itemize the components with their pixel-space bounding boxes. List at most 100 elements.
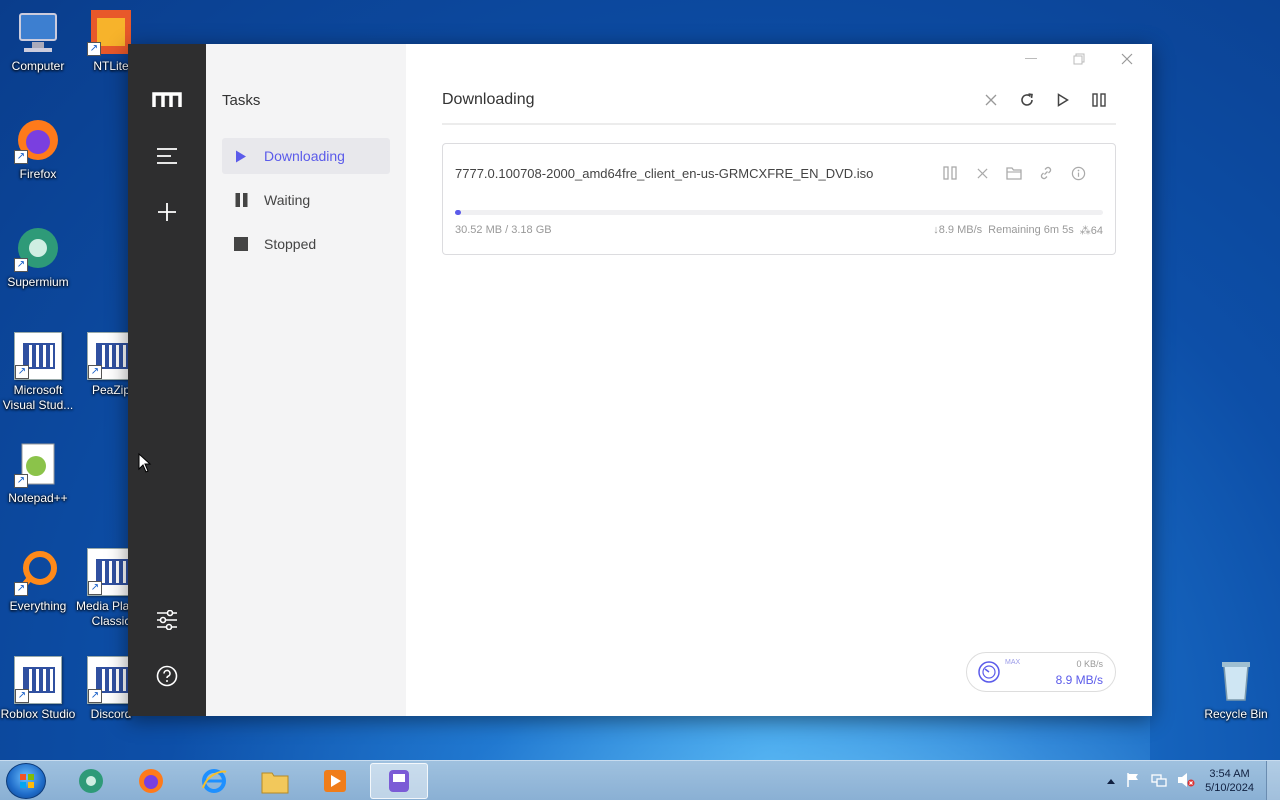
current-speed: 8.9 MB/s: [1055, 673, 1103, 687]
download-manager-icon: [389, 770, 409, 792]
task-progress-bar: [455, 210, 1103, 215]
desktop-icon-roblox-studio[interactable]: ↗ Roblox Studio: [0, 656, 76, 722]
task-sidebar: Tasks Downloading Waiting Stopped: [206, 44, 406, 716]
desktop-icon-computer[interactable]: Computer: [0, 8, 76, 74]
plus-icon: [158, 203, 176, 221]
window-controls: [1020, 50, 1138, 68]
main-panel: Downloading 7777.0.100708-2000_amd64fre_…: [406, 44, 1152, 716]
pause-icon: [234, 193, 248, 207]
add-task-button[interactable]: [147, 192, 187, 232]
desktop-icon-label: Computer: [11, 59, 65, 73]
desktop-icon-firefox[interactable]: ↗ Firefox: [0, 116, 76, 182]
app-logo-icon: [147, 80, 187, 120]
task-speed: ↓8.9 MB/s: [933, 224, 983, 236]
desktop-icon-notepadpp[interactable]: ↗ Notepad++: [0, 440, 76, 506]
desktop-icon-label: NTLite: [93, 59, 129, 73]
taskbar-app-explorer[interactable]: [246, 763, 304, 799]
desktop-icon-label: Everything: [9, 599, 67, 613]
windows-logo-icon: [20, 774, 34, 788]
desktop-icon-visual-studio[interactable]: ↗ Microsoft Visual Stud...: [0, 332, 76, 413]
show-desktop-button[interactable]: [1266, 761, 1280, 800]
media-player-icon: [324, 770, 346, 792]
speed-limit: 0 KB/s: [1076, 659, 1103, 669]
sidebar-item-waiting[interactable]: Waiting: [222, 182, 390, 218]
chevron-up-icon: [1107, 779, 1116, 784]
shortcut-arrow-icon: ↗: [14, 258, 28, 272]
maximize-button[interactable]: [1068, 50, 1090, 68]
desktop-icon-label: Roblox Studio: [0, 707, 76, 721]
desktop-icon-recycle-bin[interactable]: Recycle Bin: [1198, 656, 1274, 722]
pause-all-button[interactable]: [1090, 91, 1108, 109]
desktop-icon-everything[interactable]: ↗ Everything: [0, 548, 76, 614]
preferences-button[interactable]: [147, 600, 187, 640]
sidebar-title: Tasks: [222, 92, 261, 109]
start-button[interactable]: [6, 763, 46, 799]
shortcut-arrow-icon: ↗: [15, 689, 29, 703]
pause-task-button[interactable]: [941, 164, 959, 182]
page-title: Downloading: [442, 90, 535, 108]
desktop-icon-label: Notepad++: [8, 491, 68, 505]
menu-icon: [157, 148, 177, 164]
internet-explorer-icon: [202, 769, 227, 793]
close-window-button[interactable]: [1116, 50, 1138, 68]
folder-icon: [1006, 167, 1022, 180]
refresh-icon: [1021, 92, 1033, 106]
task-remaining: Remaining 6m 5s: [988, 224, 1074, 236]
delete-task-button[interactable]: [973, 164, 991, 182]
shortcut-arrow-icon: ↗: [14, 150, 28, 164]
taskbar-app-supermium[interactable]: [62, 763, 120, 799]
computer-icon: [14, 8, 62, 56]
recycle-bin-icon: [1212, 656, 1260, 704]
system-tray: 3:54 AM 5/10/2024: [1107, 761, 1280, 800]
copy-link-button[interactable]: [1037, 164, 1055, 182]
task-size: 30.52 MB / 3.18 GB: [455, 224, 552, 236]
resume-all-button[interactable]: [1054, 91, 1072, 109]
volume-icon[interactable]: [1177, 772, 1195, 791]
show-hidden-icons-button[interactable]: [1107, 775, 1116, 787]
shortcut-arrow-icon: ↗: [87, 42, 101, 56]
nav-rail: [128, 44, 206, 716]
info-icon: [1071, 166, 1085, 180]
download-manager-window: Tasks Downloading Waiting Stopped Downlo…: [128, 44, 1152, 716]
application-icon: ↗: [14, 656, 62, 704]
shortcut-arrow-icon: ↗: [14, 474, 28, 488]
shortcut-arrow-icon: ↗: [88, 581, 102, 595]
sidebar-item-downloading[interactable]: Downloading: [222, 138, 390, 174]
desktop-icon-label: Firefox: [19, 167, 57, 181]
notepadpp-icon: ↗: [14, 440, 62, 488]
task-info-button[interactable]: [1069, 164, 1087, 182]
desktop-icon-supermium[interactable]: ↗ Supermium: [0, 224, 76, 290]
taskbar-app-download-manager[interactable]: [370, 763, 428, 799]
list-header: Downloading: [442, 88, 1116, 125]
clock-time: 3:54 AM: [1209, 768, 1250, 780]
shortcut-arrow-icon: ↗: [14, 582, 28, 596]
taskbar-app-internet-explorer[interactable]: [185, 763, 243, 799]
task-actions: [941, 164, 1087, 182]
clock[interactable]: 3:54 AM 5/10/2024: [1205, 767, 1254, 795]
pause-outline-icon: [1092, 92, 1106, 107]
network-icon[interactable]: [1151, 772, 1167, 791]
sidebar-item-stopped[interactable]: Stopped: [222, 226, 390, 262]
delete-all-button[interactable]: [982, 91, 1000, 109]
task-stats: ↓8.9 MB/s Remaining 6m 5s ⁂64: [933, 224, 1103, 237]
close-icon: [985, 94, 997, 105]
minimize-button[interactable]: [1020, 50, 1042, 68]
task-list-button[interactable]: [147, 136, 187, 176]
action-center-icon[interactable]: [1125, 772, 1141, 791]
clock-date: 5/10/2024: [1205, 782, 1254, 794]
minimize-icon: [1025, 58, 1037, 59]
taskbar-app-media-player[interactable]: [306, 763, 364, 799]
task-progress-fill: [455, 210, 462, 215]
mouse-cursor-icon: [138, 453, 152, 473]
refresh-button[interactable]: [1018, 91, 1036, 109]
help-button[interactable]: [147, 656, 187, 696]
sliders-icon: [157, 610, 177, 630]
taskbar-app-firefox[interactable]: [122, 763, 180, 799]
pause-outline-icon: [943, 166, 957, 180]
supermium-icon: [79, 769, 103, 793]
task-item[interactable]: 7777.0.100708-2000_amd64fre_client_en-us…: [442, 143, 1116, 255]
flag-icon: [1127, 772, 1139, 787]
help-icon: [156, 665, 178, 687]
open-folder-button[interactable]: [1005, 164, 1023, 182]
speedometer[interactable]: MAX 0 KB/s 8.9 MB/s: [966, 652, 1116, 692]
